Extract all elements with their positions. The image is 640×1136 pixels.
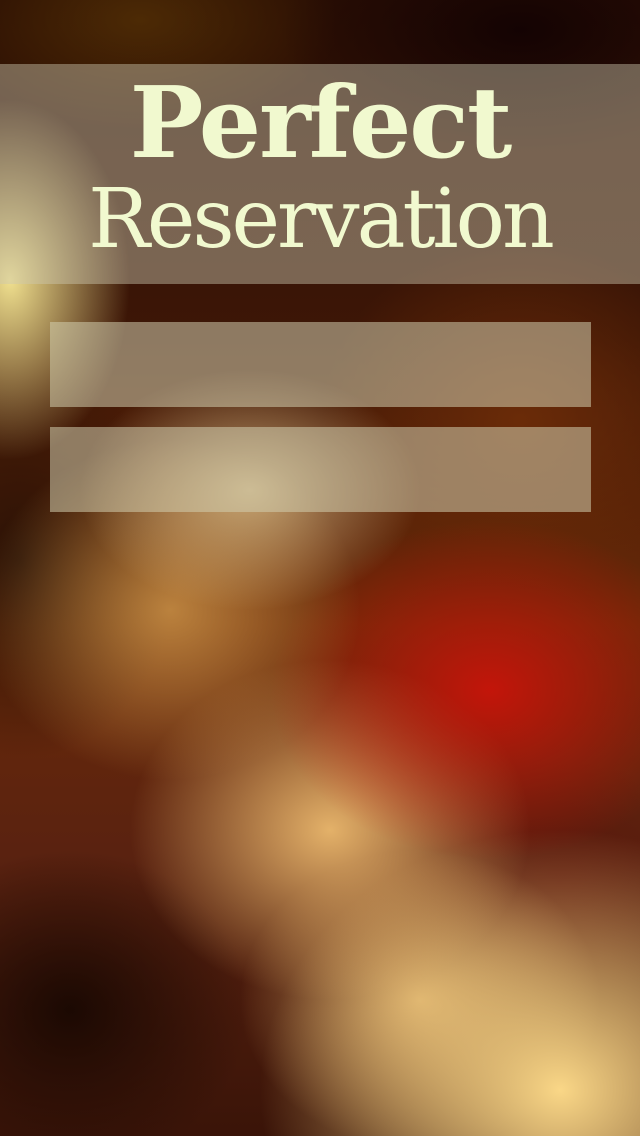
app-title-perfect: Perfect: [129, 66, 513, 181]
first-input-field[interactable]: [50, 322, 591, 407]
login-screen: Perfect Reservation: [0, 0, 640, 1136]
second-input-field[interactable]: [50, 427, 591, 512]
app-title-reservation: Reservation: [88, 172, 555, 267]
